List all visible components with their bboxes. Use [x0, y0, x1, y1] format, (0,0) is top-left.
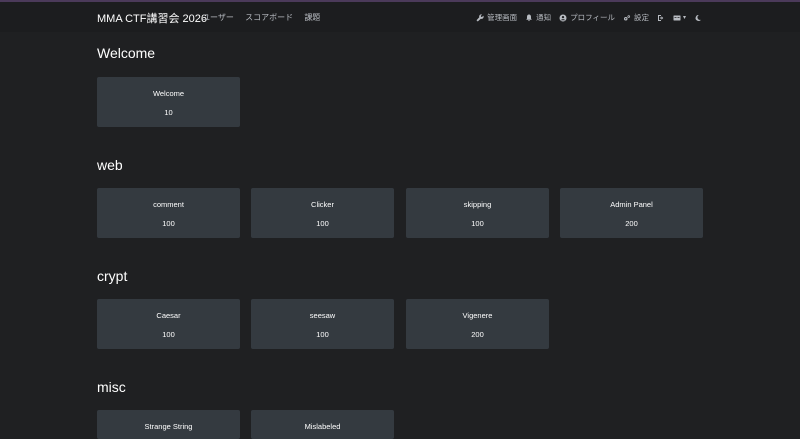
- challenge-value: 100: [316, 330, 329, 339]
- navbar: MMA CTF講習会 2026 ユーザー スコアボード 課題 管理画面 通知 プ…: [0, 2, 800, 32]
- challenge-value: 100: [162, 330, 175, 339]
- challenge-value: 200: [471, 330, 484, 339]
- challenge-name: Strange String: [144, 422, 193, 431]
- challenge-value: 100: [471, 219, 484, 228]
- challenge-name: skipping: [463, 200, 492, 209]
- challenge-card[interactable]: Mislabeled: [251, 410, 394, 439]
- challenge-value: 100: [162, 219, 175, 228]
- nav-admin-label: 管理画面: [487, 13, 518, 22]
- challenge-name: comment: [153, 200, 184, 209]
- section-title-misc: misc: [97, 379, 126, 395]
- brand-title[interactable]: MMA CTF講習会 2026: [97, 10, 207, 26]
- wrench-icon: [476, 13, 484, 21]
- challenge-card[interactable]: comment 100: [97, 188, 240, 238]
- nav-settings[interactable]: 設定: [623, 12, 649, 23]
- challenge-name: Vigenere: [462, 311, 493, 320]
- nav-link-users[interactable]: ユーザー: [202, 13, 234, 22]
- nav-right: 管理画面 通知 プロフィール 設定 ▾: [468, 12, 702, 23]
- challenge-card[interactable]: Welcome 10: [97, 77, 240, 127]
- nav-link-scoreboard[interactable]: スコアボード: [245, 13, 293, 22]
- challenge-card[interactable]: Strange String: [97, 410, 240, 439]
- challenge-value: 100: [316, 219, 329, 228]
- challenge-value: 200: [625, 219, 638, 228]
- challenge-card[interactable]: Vigenere 200: [406, 299, 549, 349]
- nav-theme-toggle[interactable]: [694, 14, 702, 22]
- language-icon: [673, 15, 681, 20]
- challenge-name: Mislabeled: [304, 422, 341, 431]
- section-title-welcome: Welcome: [97, 45, 156, 61]
- nav-profile-label: プロフィール: [570, 13, 615, 22]
- nav-language[interactable]: ▾: [673, 14, 686, 22]
- challenge-name: Admin Panel: [610, 200, 653, 209]
- challenge-name: Caesar: [156, 311, 181, 320]
- nav-logout[interactable]: [657, 14, 665, 22]
- challenge-name: Clicker: [311, 200, 334, 209]
- nav-settings-label: 設定: [633, 13, 649, 22]
- nav-links: ユーザー スコアボード 課題: [202, 12, 329, 23]
- challenge-card[interactable]: seesaw 100: [251, 299, 394, 349]
- challenge-card[interactable]: skipping 100: [406, 188, 549, 238]
- nav-profile[interactable]: プロフィール: [559, 12, 615, 23]
- challenge-card[interactable]: Admin Panel 200: [560, 188, 703, 238]
- user-circle-icon: [559, 14, 567, 21]
- logout-icon: [657, 14, 664, 21]
- bell-icon: [526, 14, 532, 21]
- nav-notifications-label: 通知: [536, 13, 552, 22]
- chevron-down-icon: ▾: [682, 15, 686, 21]
- gears-icon: [623, 14, 631, 20]
- challenge-name: Welcome: [152, 89, 185, 98]
- challenge-card[interactable]: Clicker 100: [251, 188, 394, 238]
- challenge-value: 10: [164, 108, 173, 117]
- moon-icon: [695, 14, 701, 21]
- section-title-crypt: crypt: [97, 268, 128, 284]
- challenge-card[interactable]: Caesar 100: [97, 299, 240, 349]
- challenge-name: seesaw: [309, 311, 336, 320]
- nav-admin[interactable]: 管理画面: [476, 12, 517, 23]
- nav-notifications[interactable]: 通知: [525, 12, 551, 23]
- nav-link-challenges[interactable]: 課題: [304, 13, 320, 22]
- section-title-web: web: [97, 157, 123, 173]
